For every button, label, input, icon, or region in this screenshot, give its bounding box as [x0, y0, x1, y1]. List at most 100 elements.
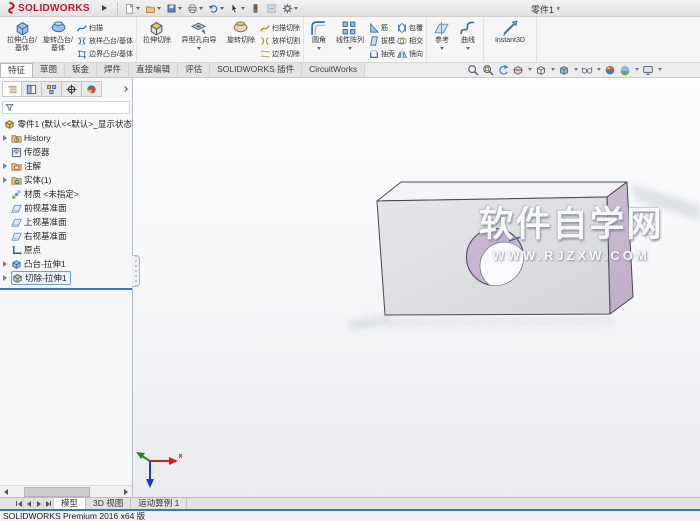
file-properties-button[interactable] [264, 1, 279, 16]
panel-splitter-handle[interactable] [132, 255, 140, 287]
dropdown-arrow-icon[interactable] [528, 68, 532, 71]
scroll-right-button[interactable] [120, 486, 132, 497]
boundary-cut-button[interactable]: 边界切除 [260, 47, 300, 60]
previous-tab-button[interactable] [24, 498, 34, 509]
configuration-manager-tab[interactable] [42, 81, 62, 97]
expand-arrow-icon[interactable] [3, 163, 11, 169]
tree-item-cut-extrude1[interactable]: 切除-拉伸1 [0, 271, 132, 285]
dropdown-arrow-icon[interactable] [658, 68, 662, 71]
next-tab-button[interactable] [34, 498, 44, 509]
motion-study-tab[interactable]: 运动算例 1 [131, 498, 188, 509]
tree-item-annotations[interactable]: 注解 [0, 159, 132, 173]
dropdown-arrow-icon[interactable] [440, 47, 445, 50]
intersect-button[interactable]: 相交 [397, 34, 423, 47]
model-3d-block[interactable] [133, 78, 700, 497]
tab-weldments[interactable]: 焊件 [97, 63, 130, 77]
reference-geometry-button[interactable]: 参考 [430, 18, 454, 62]
tree-item-material[interactable]: 材质 <未指定> [0, 187, 132, 201]
property-manager-tab[interactable] [22, 81, 42, 97]
tab-direct-editing[interactable]: 直接编辑 [129, 63, 179, 77]
shell-button[interactable]: 抽壳 [369, 47, 395, 60]
scrollbar-track[interactable] [12, 486, 120, 497]
draft-button[interactable]: 拔模 [369, 34, 395, 47]
block-right-face[interactable] [606, 181, 634, 315]
expand-arrow-icon[interactable] [3, 177, 11, 183]
dimxpert-manager-tab[interactable] [62, 81, 82, 97]
graphics-viewport[interactable]: 软件自学网 WWW.RJZXW.COM [133, 78, 700, 497]
lofted-boss-base-button[interactable]: 放样凸台/基体 [77, 34, 133, 47]
tree-item-origin[interactable]: 原点 [0, 243, 132, 257]
zoom-to-fit-button[interactable] [467, 64, 479, 76]
open-button[interactable] [143, 1, 163, 16]
linear-pattern-button[interactable]: 线性阵列 [333, 18, 367, 62]
save-button[interactable] [164, 1, 184, 16]
dropdown-arrow-icon[interactable] [348, 47, 353, 50]
display-manager-tab[interactable] [82, 81, 102, 97]
extruded-cut-button[interactable]: 拉伸切除 [140, 18, 174, 62]
lofted-cut-button[interactable]: 放样切割 [260, 34, 300, 47]
tab-evaluate[interactable]: 评估 [178, 63, 211, 77]
tree-filter-field[interactable] [2, 101, 130, 114]
tab-circuitworks[interactable]: CircuitWorks [302, 63, 366, 77]
expand-arrow-icon[interactable] [3, 261, 11, 267]
dropdown-arrow-icon[interactable] [635, 68, 639, 71]
tree-item-solid-bodies[interactable]: 实体(1) [0, 173, 132, 187]
tab-features[interactable]: 特征 [0, 63, 34, 77]
tree-item-sensors[interactable]: 传感器 [0, 145, 132, 159]
dropdown-arrow-icon[interactable] [597, 68, 601, 71]
options-button[interactable] [280, 1, 300, 16]
first-tab-button[interactable] [14, 498, 24, 509]
3d-views-tab[interactable]: 3D 视图 [86, 498, 132, 509]
menu-flyout-arrow-icon[interactable] [101, 5, 107, 11]
tab-sketch[interactable]: 草图 [33, 63, 66, 77]
fillet-button[interactable]: 圆角 [307, 18, 331, 62]
revolved-cut-button[interactable]: 旋转切除 [224, 18, 258, 62]
tab-sheet-metal[interactable]: 钣金 [65, 63, 98, 77]
boundary-boss-base-button[interactable]: 边界凸台/基体 [77, 47, 133, 60]
section-view-button[interactable] [512, 64, 524, 76]
undo-button[interactable] [206, 1, 226, 16]
tree-item-top-plane[interactable]: 上视基准面 [0, 215, 132, 229]
panel-horizontal-scrollbar[interactable] [0, 485, 132, 497]
tree-item-right-plane[interactable]: 右视基准面 [0, 229, 132, 243]
instant3d-button[interactable]: Instant3D [487, 18, 533, 62]
swept-boss-base-button[interactable]: 扫描 [77, 21, 133, 34]
dropdown-arrow-icon[interactable] [317, 47, 322, 50]
previous-view-button[interactable] [497, 64, 509, 76]
dropdown-arrow-icon[interactable] [466, 47, 471, 50]
tree-item-front-plane[interactable]: 前视基准面 [0, 201, 132, 215]
hole-wizard-button[interactable]: 异型孔向导 [176, 18, 222, 62]
tree-item-history[interactable]: History [0, 131, 132, 145]
tree-item-boss-extrude1[interactable]: 凸台-拉伸1 [0, 257, 132, 271]
dropdown-arrow-icon[interactable] [197, 47, 202, 50]
rollback-bar[interactable] [0, 288, 132, 290]
mirror-button[interactable]: 镜向 [397, 47, 423, 60]
view-orientation-button[interactable] [535, 64, 547, 76]
hide-show-items-button[interactable] [581, 64, 593, 76]
print-button[interactable] [185, 1, 205, 16]
revolved-boss-base-button[interactable]: 旋转凸台/基体 [41, 18, 75, 62]
rebuild-button[interactable] [248, 1, 263, 16]
last-tab-button[interactable] [44, 498, 54, 509]
rib-button[interactable]: 筋 [369, 21, 395, 34]
wrap-button[interactable]: 包覆 [397, 21, 423, 34]
panel-tab-overflow-button[interactable] [102, 81, 130, 97]
tree-root-part[interactable]: 零件1 (默认<<默认>_显示状态 [0, 117, 132, 131]
select-button[interactable] [227, 1, 247, 16]
dropdown-arrow-icon[interactable] [574, 68, 578, 71]
display-style-button[interactable] [558, 64, 570, 76]
edit-appearance-button[interactable] [604, 64, 616, 76]
apply-scene-button[interactable] [619, 64, 631, 76]
view-settings-button[interactable] [642, 64, 654, 76]
model-tab[interactable]: 模型 [54, 498, 87, 509]
extruded-boss-base-button[interactable]: 拉伸凸台/基体 [5, 18, 39, 62]
feature-manager-design-tree-tab[interactable] [2, 81, 22, 97]
swept-cut-button[interactable]: 扫描切除 [260, 21, 300, 34]
scrollbar-thumb[interactable] [24, 486, 90, 497]
scroll-left-button[interactable] [0, 486, 12, 497]
tab-solidworks-addins[interactable]: SOLIDWORKS 插件 [210, 63, 303, 77]
expand-arrow-icon[interactable] [3, 135, 11, 141]
dropdown-arrow-icon[interactable] [551, 68, 555, 71]
curves-button[interactable]: 曲线 [456, 18, 480, 62]
new-document-button[interactable] [122, 1, 142, 16]
